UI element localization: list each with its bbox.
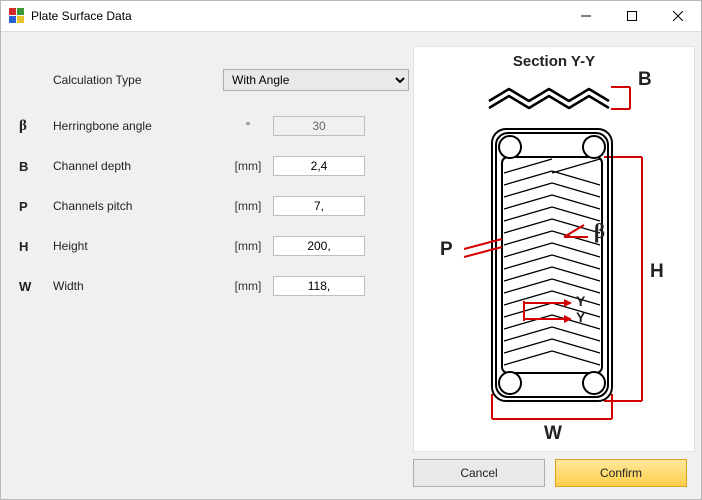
diagram-panel: Section Y-Y B bbox=[413, 46, 695, 452]
diagram-label-beta: β bbox=[594, 219, 605, 244]
unit-b: [mm] bbox=[223, 159, 273, 173]
sym-w: W bbox=[13, 279, 53, 294]
plate-diagram: Section Y-Y B bbox=[414, 47, 694, 447]
unit-p: [mm] bbox=[223, 199, 273, 213]
calc-type-select[interactable]: With Angle bbox=[223, 69, 409, 91]
form-panel: Calculation Type With Angle β Herringbon… bbox=[13, 46, 409, 452]
row-w: W Width [mm] bbox=[13, 266, 409, 306]
input-b[interactable] bbox=[273, 156, 365, 176]
input-p[interactable] bbox=[273, 196, 365, 216]
input-beta bbox=[273, 116, 365, 136]
unit-beta: ° bbox=[223, 119, 273, 133]
diagram-label-w: W bbox=[544, 423, 562, 445]
titlebar: Plate Surface Data bbox=[1, 1, 701, 32]
input-w[interactable] bbox=[273, 276, 365, 296]
button-bar: Cancel Confirm bbox=[413, 459, 687, 487]
diagram-label-h: H bbox=[650, 261, 664, 283]
sym-beta: β bbox=[13, 118, 53, 135]
section-yy-sketch bbox=[414, 65, 694, 120]
client-area: Calculation Type With Angle β Herringbon… bbox=[1, 32, 701, 452]
minimize-button[interactable] bbox=[563, 1, 609, 31]
calc-type-label: Calculation Type bbox=[53, 73, 223, 87]
label-beta: Herringbone angle bbox=[53, 119, 223, 133]
confirm-button[interactable]: Confirm bbox=[555, 459, 687, 487]
cancel-button[interactable]: Cancel bbox=[413, 459, 545, 487]
row-h: H Height [mm] bbox=[13, 226, 409, 266]
unit-w: [mm] bbox=[223, 279, 273, 293]
row-b: B Channel depth [mm] bbox=[13, 146, 409, 186]
sym-b: B bbox=[13, 159, 53, 174]
close-button[interactable] bbox=[655, 1, 701, 31]
input-h[interactable] bbox=[273, 236, 365, 256]
plate-surface-data-window: Plate Surface Data Calculation Type With… bbox=[0, 0, 702, 500]
sym-h: H bbox=[13, 239, 53, 254]
label-h: Height bbox=[53, 239, 223, 253]
row-p: P Channels pitch [mm] bbox=[13, 186, 409, 226]
diagram-label-p: P bbox=[440, 239, 453, 261]
plate-svg bbox=[414, 119, 694, 449]
sym-p: P bbox=[13, 199, 53, 214]
unit-h: [mm] bbox=[223, 239, 273, 253]
maximize-button[interactable] bbox=[609, 1, 655, 31]
app-icon bbox=[9, 8, 25, 24]
label-p: Channels pitch bbox=[53, 199, 223, 213]
label-w: Width bbox=[53, 279, 223, 293]
diagram-label-y1: Y bbox=[576, 293, 585, 309]
label-b: Channel depth bbox=[53, 159, 223, 173]
calc-type-row: Calculation Type With Angle bbox=[13, 62, 409, 98]
window-title: Plate Surface Data bbox=[31, 9, 132, 23]
diagram-label-b: B bbox=[638, 69, 652, 91]
row-beta: β Herringbone angle ° bbox=[13, 106, 409, 146]
diagram-label-y2: Y bbox=[576, 309, 585, 325]
